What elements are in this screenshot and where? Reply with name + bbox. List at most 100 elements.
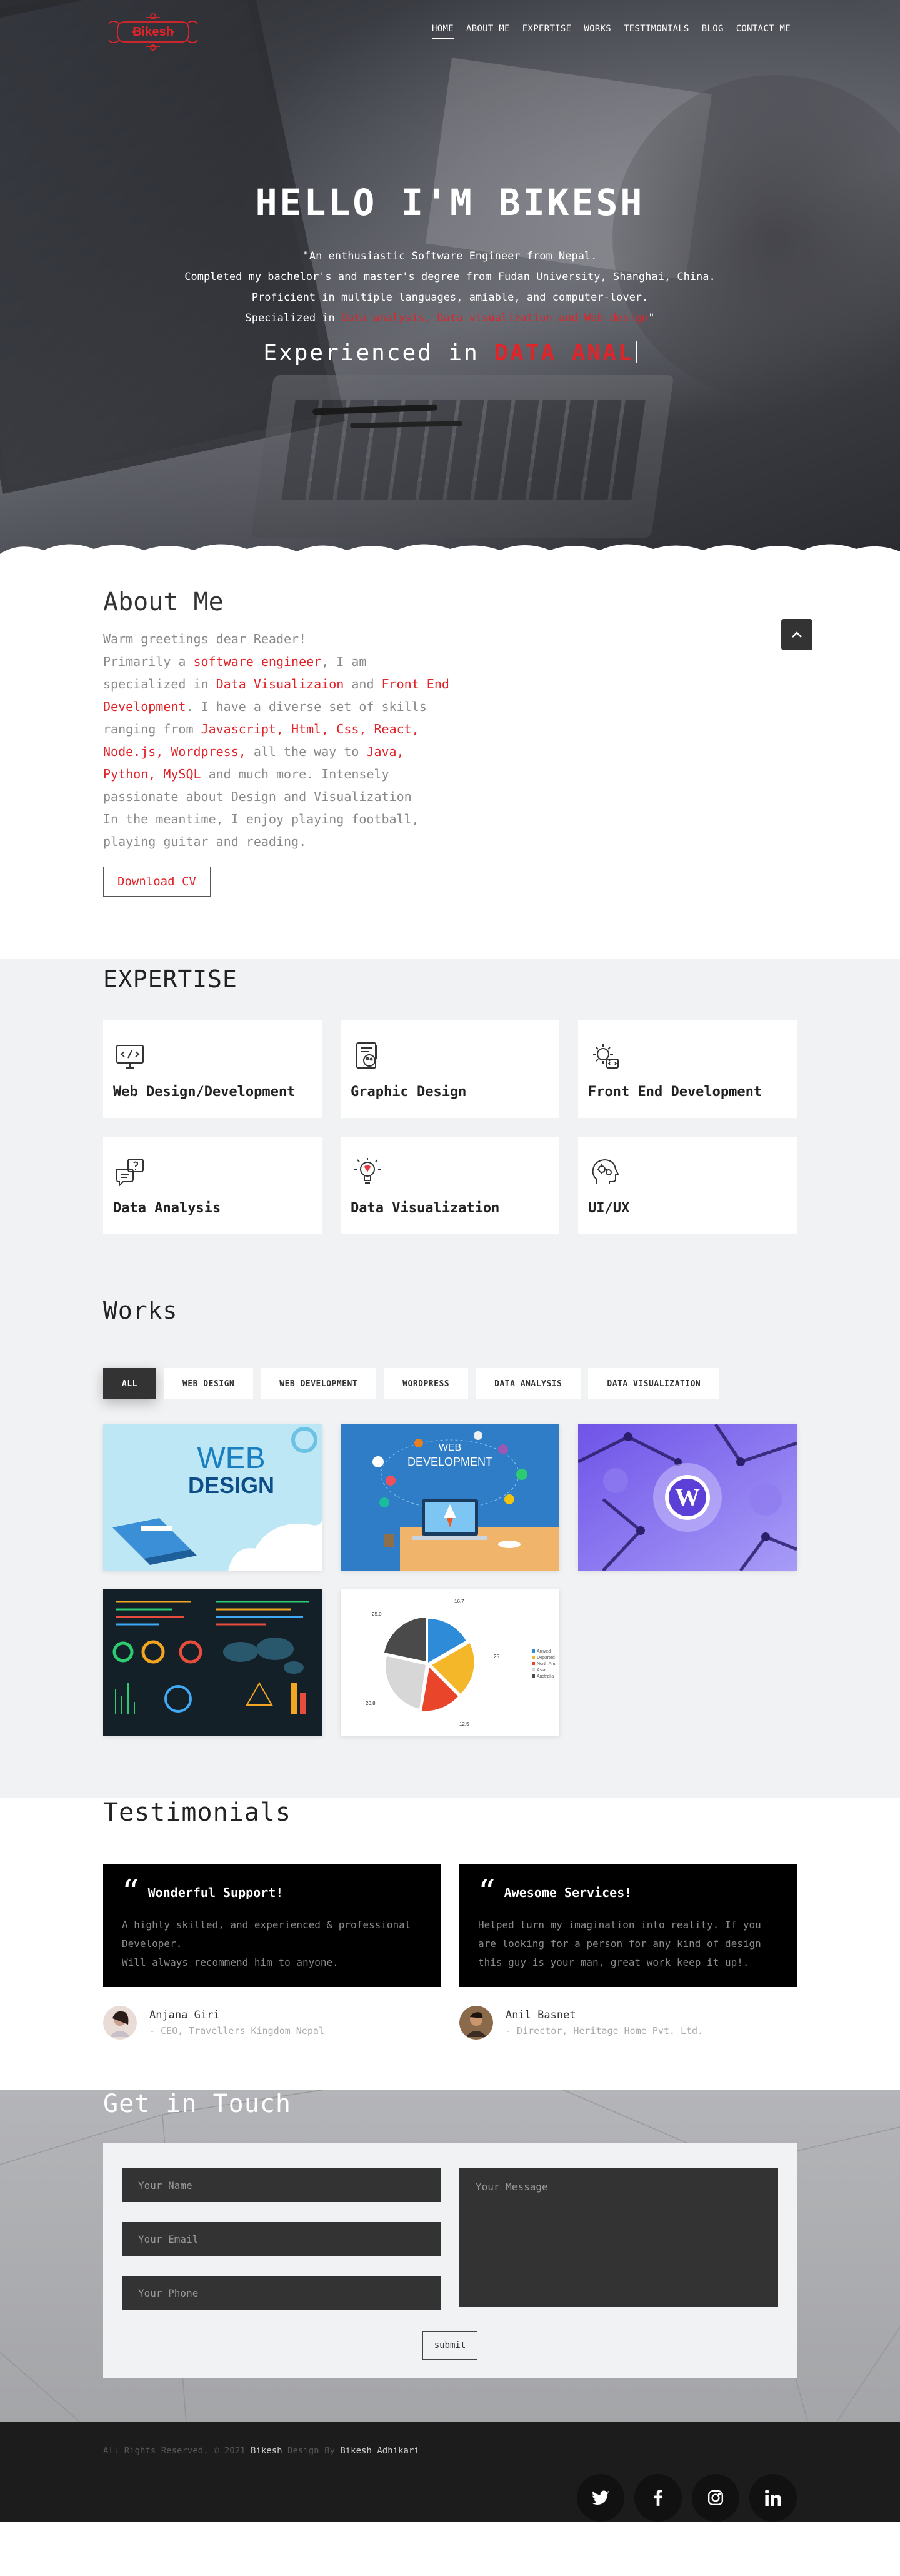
- pie-label: 12.5: [459, 1721, 469, 1727]
- nav-menu: HOME ABOUT ME EXPERTISE WORKS TESTIMONIA…: [432, 24, 791, 39]
- testimonial-body: A highly skilled, and experienced & prof…: [122, 1919, 411, 1968]
- expertise-card[interactable]: Data Visualization: [341, 1137, 559, 1234]
- work-item-data-analysis[interactable]: [103, 1589, 322, 1736]
- submit-button[interactable]: submit: [422, 2331, 478, 2360]
- nav-link-works[interactable]: WORKS: [584, 24, 611, 39]
- expertise-title: Data Visualization: [351, 1200, 500, 1216]
- work-item-data-visualization[interactable]: 16.7 25 12.5 20.8 25.0 Arrived Departed …: [341, 1589, 559, 1736]
- footer: All Rights Reserved. © 2021 Bikesh Desig…: [0, 2422, 900, 2522]
- palette-document-icon: [356, 1042, 378, 1069]
- expertise-title: Data Analysis: [113, 1200, 221, 1216]
- nav-link-contact[interactable]: CONTACT ME: [736, 24, 791, 39]
- section-title: EXPERTISE: [103, 965, 238, 993]
- pie-legend-item: Australia: [537, 1674, 554, 1679]
- pie-chart-illustration: 16.7 25 12.5 20.8 25.0 Arrived Departed …: [341, 1589, 559, 1736]
- author-role: - Director, Heritage Home Pvt. Ltd.: [506, 2025, 704, 2036]
- author-name: Anjana Giri: [149, 2009, 220, 2021]
- about-greeting: Warm greetings dear Reader!: [103, 631, 307, 647]
- dashboard-illustration: [103, 1589, 322, 1736]
- typed-value: DATA ANAL: [494, 340, 634, 366]
- web-design-word: DESIGN: [188, 1472, 274, 1498]
- social-links: [577, 2474, 797, 2522]
- filter-web-design[interactable]: WEB DESIGN: [163, 1368, 254, 1399]
- twitter-link[interactable]: [577, 2474, 624, 2522]
- nav-link-about[interactable]: ABOUT ME: [466, 24, 510, 39]
- expertise-card[interactable]: UI/UX: [578, 1137, 797, 1234]
- testimonial-author: Anjana Giri - CEO, Travellers Kingdom Ne…: [103, 2006, 441, 2040]
- logo[interactable]: Bikesh: [106, 6, 200, 56]
- name-input[interactable]: Your Name: [122, 2168, 441, 2202]
- facebook-link[interactable]: [634, 2474, 682, 2522]
- quote-icon: “: [478, 1873, 496, 1912]
- message-textarea[interactable]: Your Message: [459, 2168, 778, 2307]
- copyright-author[interactable]: Bikesh Adhikari: [340, 2446, 419, 2456]
- web-design-illustration: WEB DESIGN: [103, 1424, 322, 1571]
- expertise-card[interactable]: Front End Development: [578, 1020, 797, 1118]
- testimonials-section: Testimonials “ Wonderful Support! A high…: [0, 1798, 900, 2090]
- pie-legend-item: Departed: [537, 1656, 555, 1660]
- monitor-code-icon: [116, 1045, 144, 1069]
- avatar: [459, 2006, 493, 2040]
- work-item-web-development[interactable]: WEB DEVELOPMENT: [341, 1424, 559, 1571]
- web-development-illustration: WEB DEVELOPMENT: [341, 1424, 559, 1571]
- avatar: [103, 2006, 137, 2040]
- linkedin-link[interactable]: [749, 2474, 797, 2522]
- chevron-up-icon: [792, 631, 802, 638]
- hero-intro: "An enthusiastic Software Engineer from …: [0, 246, 900, 329]
- web-dev-word: WEB: [439, 1442, 461, 1453]
- about-paragraph: Primarily a software engineer, I am spec…: [103, 650, 453, 808]
- about-hobbies: In the meantime, I enjoy playing footbal…: [103, 812, 419, 849]
- work-item-wordpress[interactable]: W: [578, 1424, 797, 1571]
- filter-data-visualization[interactable]: DATA VISUALIZATION: [588, 1368, 720, 1399]
- testimonial-title: Wonderful Support!: [148, 1885, 284, 1900]
- hero-line: Specialized in Data analysis, Data visua…: [0, 308, 900, 329]
- works-section: Works ALL WEB DESIGN WEB DEVELOPMENT WOR…: [0, 1240, 900, 1798]
- nav-link-home[interactable]: HOME: [432, 24, 454, 39]
- section-title: Get in Touch: [103, 2090, 291, 2118]
- instagram-link[interactable]: [692, 2474, 739, 2522]
- laptop-keyboard-graphic: [251, 375, 674, 538]
- scroll-to-top-button[interactable]: [781, 619, 812, 650]
- web-design-word: WEB: [197, 1442, 265, 1475]
- phone-input[interactable]: Your Phone: [122, 2276, 441, 2310]
- works-grid: WEB DESIGN WEB DEVELOPMENT W 16.7 25 12.…: [103, 1424, 797, 1736]
- navbar: Bikesh HOME ABOUT ME EXPERTISE WORKS TES…: [0, 0, 900, 63]
- typed-prefix: Experienced in: [263, 340, 495, 366]
- expertise-card[interactable]: Data Analysis: [103, 1137, 322, 1234]
- nav-link-testimonials[interactable]: TESTIMONIALS: [624, 24, 689, 39]
- filter-all[interactable]: ALL: [103, 1368, 156, 1399]
- filter-data-analysis[interactable]: DATA ANALYSIS: [476, 1368, 581, 1399]
- about-section: About Me Warm greetings dear Reader! Pri…: [0, 563, 900, 959]
- copyright-text: All Rights Reserved. © 2021: [103, 2446, 251, 2456]
- testimonial: “ Awesome Services! Helped turn my imagi…: [459, 1864, 797, 2040]
- email-input[interactable]: Your Email: [122, 2222, 441, 2256]
- hero-line-text: ": [648, 312, 655, 325]
- pie-legend-item: North Am.: [537, 1662, 556, 1666]
- chat-question-icon: [116, 1159, 144, 1187]
- works-filter-bar: ALL WEB DESIGN WEB DEVELOPMENT WORDPRESS…: [103, 1368, 797, 1399]
- hero-section: Bikesh HOME ABOUT ME EXPERTISE WORKS TES…: [0, 0, 900, 563]
- pie-legend-item: Asia: [537, 1668, 546, 1673]
- hero-line-text: Specialized in: [245, 312, 341, 325]
- testimonial-header: “ Wonderful Support!: [122, 1873, 422, 1912]
- nav-link-expertise[interactable]: EXPERTISE: [522, 24, 572, 39]
- testimonial-header: “ Awesome Services!: [478, 1873, 778, 1912]
- filter-wordpress[interactable]: WORDPRESS: [384, 1368, 469, 1399]
- download-cv-button[interactable]: Download CV: [103, 867, 211, 897]
- expertise-title: UI/UX: [588, 1200, 630, 1216]
- expertise-card[interactable]: Graphic Design: [341, 1020, 559, 1118]
- cloud-divider: [0, 544, 900, 563]
- quote-icon: “: [122, 1873, 139, 1912]
- about-text-part: and: [344, 677, 382, 692]
- work-item-web-design[interactable]: WEB DESIGN: [103, 1424, 322, 1571]
- expertise-card[interactable]: Web Design/Development: [103, 1020, 322, 1118]
- nav-link-blog[interactable]: BLOG: [702, 24, 724, 39]
- copyright-brand[interactable]: Bikesh: [251, 2446, 282, 2456]
- copyright-text: Design By: [282, 2446, 341, 2456]
- lightbulb-icon: [354, 1158, 381, 1184]
- section-title: Testimonials: [103, 1798, 291, 1827]
- filter-web-development[interactable]: WEB DEVELOPMENT: [261, 1368, 377, 1399]
- pie-label: 25: [494, 1654, 499, 1659]
- testimonial-author: Anil Basnet - Director, Heritage Home Pv…: [459, 2006, 797, 2040]
- pie-label: 20.8: [366, 1701, 376, 1706]
